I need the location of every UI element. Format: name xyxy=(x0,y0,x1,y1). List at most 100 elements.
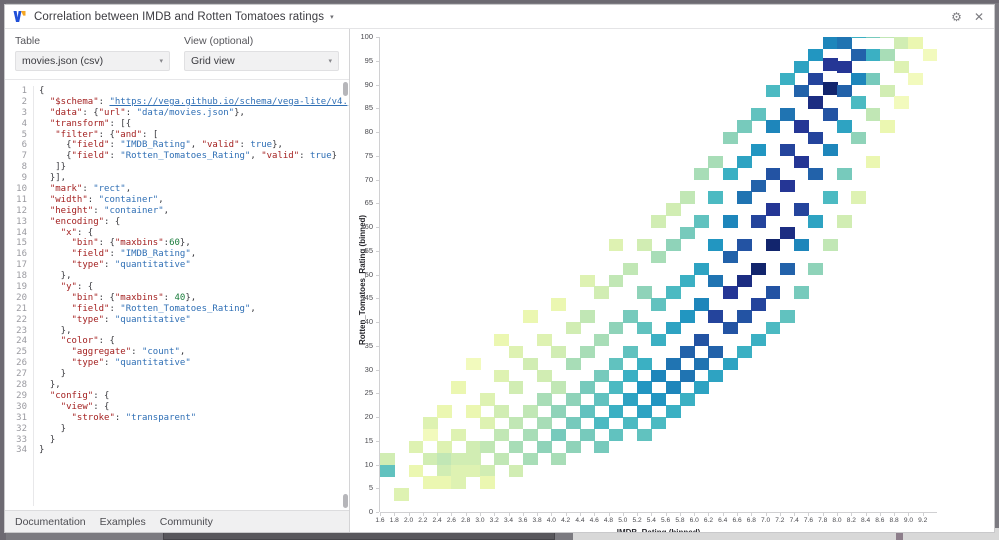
heatmap-cell[interactable] xyxy=(822,58,838,71)
editor-scrollbar-thumb-bottom[interactable] xyxy=(343,494,348,508)
heatmap-cell[interactable] xyxy=(494,428,510,442)
heatmap-cell[interactable] xyxy=(908,72,924,86)
heatmap-cell[interactable] xyxy=(437,452,452,466)
heatmap-cell[interactable] xyxy=(494,405,510,418)
code-line[interactable]: "encoding": { xyxy=(39,217,349,228)
heatmap-cell[interactable] xyxy=(794,60,810,74)
heatmap-cell[interactable] xyxy=(522,428,538,442)
heatmap-cell[interactable] xyxy=(537,440,552,454)
heatmap-cell[interactable] xyxy=(665,405,681,418)
heatmap-cell[interactable] xyxy=(579,345,595,359)
code-line[interactable]: }, xyxy=(39,326,349,337)
close-icon[interactable]: ✕ xyxy=(974,11,984,23)
heatmap-cell[interactable] xyxy=(837,167,852,181)
code-line[interactable]: "mark": "rect", xyxy=(39,184,349,195)
heatmap-cell[interactable] xyxy=(451,464,467,477)
heatmap-cell[interactable] xyxy=(851,48,867,62)
heatmap-cell[interactable] xyxy=(608,405,624,418)
heatmap-cell[interactable] xyxy=(708,274,724,287)
heatmap-cell[interactable] xyxy=(422,476,438,489)
heatmap-cell[interactable] xyxy=(808,72,824,86)
heatmap-cell[interactable] xyxy=(651,333,667,347)
heatmap-cell[interactable] xyxy=(779,108,795,121)
heatmap-cell[interactable] xyxy=(622,393,638,406)
heatmap-cell[interactable] xyxy=(437,405,452,418)
heatmap-cell[interactable] xyxy=(380,464,395,477)
heatmap-cell[interactable] xyxy=(665,203,681,216)
heatmap-cell[interactable] xyxy=(465,440,481,454)
heatmap-cell[interactable] xyxy=(822,108,838,121)
heatmap-cell[interactable] xyxy=(879,48,895,62)
code-line[interactable]: }, xyxy=(39,380,349,391)
heatmap-cell[interactable] xyxy=(751,298,767,311)
heatmap-cell[interactable] xyxy=(808,48,824,62)
code-line[interactable]: "transform": [{ xyxy=(39,119,349,130)
heatmap-cell[interactable] xyxy=(765,238,781,252)
heatmap-cell[interactable] xyxy=(737,238,752,252)
heatmap-cell[interactable] xyxy=(479,476,495,489)
heatmap-cell[interactable] xyxy=(594,440,610,454)
heatmap-cell[interactable] xyxy=(551,405,567,418)
code-line[interactable]: "x": { xyxy=(39,228,349,239)
heatmap-cell[interactable] xyxy=(551,428,567,442)
heatmap-cell[interactable] xyxy=(794,238,810,252)
heatmap-cell[interactable] xyxy=(565,393,581,406)
heatmap-cell[interactable] xyxy=(837,84,852,97)
heatmap-cell[interactable] xyxy=(522,405,538,418)
heatmap-cell[interactable] xyxy=(722,132,738,145)
heatmap-cell[interactable] xyxy=(508,440,524,454)
heatmap-cell[interactable] xyxy=(694,215,710,228)
heatmap-cell[interactable] xyxy=(608,238,624,252)
footer-link-examples[interactable]: Examples xyxy=(100,516,146,528)
heatmap-cell[interactable] xyxy=(722,215,738,228)
heatmap-cell[interactable] xyxy=(494,369,510,382)
heatmap-cell[interactable] xyxy=(722,286,738,299)
heatmap-cell[interactable] xyxy=(694,333,710,347)
heatmap-cell[interactable] xyxy=(808,215,824,228)
code-editor[interactable]: 1 2 3 4 5 6 7 8 9 10 11 12 13 14 15 16 17 18 19 20 21 22 23 24 2… xyxy=(5,79,349,510)
heatmap-cell[interactable] xyxy=(779,262,795,276)
heatmap-cell[interactable] xyxy=(765,120,781,133)
code-line[interactable]: "color": { xyxy=(39,336,349,347)
heatmap-cell[interactable] xyxy=(694,357,710,371)
heatmap-cell[interactable] xyxy=(465,464,481,477)
heatmap-cell[interactable] xyxy=(565,322,581,335)
heatmap-cell[interactable] xyxy=(422,417,438,430)
heatmap-cell[interactable] xyxy=(565,440,581,454)
code-line[interactable]: {"field": "IMDB_Rating", "valid": true}, xyxy=(39,140,349,151)
heatmap-cell[interactable] xyxy=(751,108,767,121)
heatmap-cell[interactable] xyxy=(608,381,624,394)
heatmap-cell[interactable] xyxy=(722,322,738,335)
code-line[interactable]: "$schema": "https://vega.github.io/schem… xyxy=(39,97,349,108)
heatmap-cell[interactable] xyxy=(651,298,667,311)
code-line[interactable]: "field": "Rotten_Tomatoes_Rating", xyxy=(39,304,349,315)
heatmap-cell[interactable] xyxy=(694,262,710,276)
heatmap-cell[interactable] xyxy=(579,405,595,418)
heatmap-cell[interactable] xyxy=(622,310,638,323)
code-line[interactable]: "data": {"url": "data/movies.json"}, xyxy=(39,108,349,119)
code-line[interactable]: } xyxy=(39,424,349,435)
heatmap-cell[interactable] xyxy=(851,191,867,204)
code-lines[interactable]: { "$schema": "https://vega.github.io/sch… xyxy=(31,86,349,510)
heatmap-cell[interactable] xyxy=(422,428,438,442)
heatmap-cell[interactable] xyxy=(665,357,681,371)
heatmap-cell[interactable] xyxy=(694,298,710,311)
heatmap-cell[interactable] xyxy=(637,381,652,394)
heatmap-cell[interactable] xyxy=(579,428,595,442)
code-line[interactable]: {"field": "Rotten_Tomatoes_Rating", "val… xyxy=(39,151,349,162)
heatmap-cell[interactable] xyxy=(637,357,652,371)
heatmap-cell[interactable] xyxy=(808,132,824,145)
heatmap-cell[interactable] xyxy=(622,345,638,359)
heatmap-cell[interactable] xyxy=(508,417,524,430)
heatmap-cell[interactable] xyxy=(808,262,824,276)
heatmap-cell[interactable] xyxy=(751,143,767,157)
heatmap-cell[interactable] xyxy=(737,345,752,359)
code-line[interactable]: "bin": {"maxbins": 40}, xyxy=(39,293,349,304)
heatmap-cell[interactable] xyxy=(794,84,810,97)
footer-link-community[interactable]: Community xyxy=(160,516,213,528)
heatmap-cell[interactable] xyxy=(565,417,581,430)
heatmap-cell[interactable] xyxy=(537,417,552,430)
heatmap-cell[interactable] xyxy=(694,381,710,394)
heatmap-cell[interactable] xyxy=(851,37,867,38)
heatmap-cell[interactable] xyxy=(765,322,781,335)
